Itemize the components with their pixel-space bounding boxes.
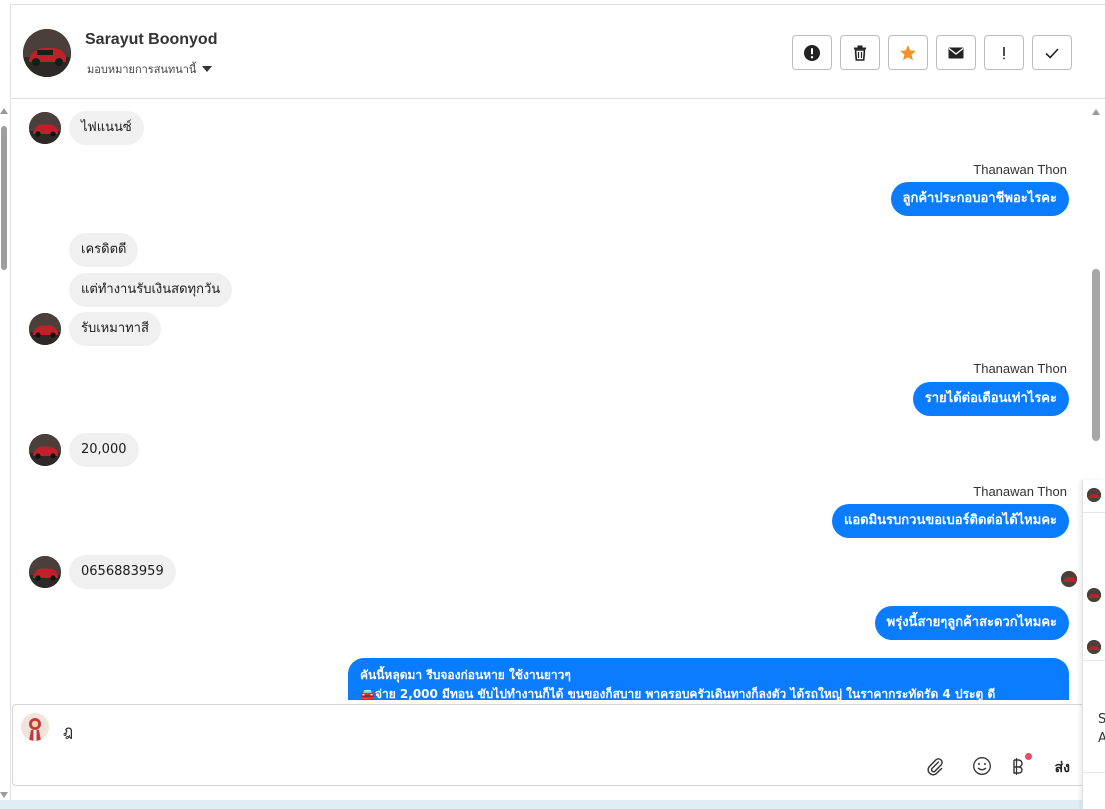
- exclamation-icon: [1003, 46, 1005, 59]
- message-thread[interactable]: ไฟแนนซ์ Thanawan Thon ลูกค้าประกอบอาชีพอ…: [11, 100, 1089, 700]
- side-text-fragment: A: [1098, 731, 1105, 746]
- delete-button[interactable]: [840, 35, 880, 70]
- side-divider: [1083, 512, 1105, 513]
- sender-avatar: [29, 112, 61, 144]
- star-button[interactable]: [888, 35, 928, 70]
- mark-unread-button[interactable]: [936, 35, 976, 70]
- sender-avatar: [29, 556, 61, 588]
- side-conversation-list[interactable]: S A: [1082, 480, 1105, 809]
- assign-conversation-dropdown[interactable]: มอบหมายการสนทนานี้: [87, 60, 213, 78]
- side-avatar[interactable]: [1087, 588, 1101, 602]
- sender-name: Thanawan Thon: [973, 361, 1067, 376]
- sender-avatar: [29, 313, 61, 345]
- incoming-message: แต่ทำงานรับเงินสดทุกวัน: [69, 273, 233, 307]
- outgoing-message: ลูกค้าประกอบอาชีพอะไรคะ: [890, 182, 1069, 216]
- side-divider: [1083, 772, 1105, 773]
- seen-indicator-avatar: [1061, 571, 1077, 587]
- outgoing-message: รายได้ต่อเดือนเท่าไรคะ: [912, 382, 1069, 416]
- assign-label: มอบหมายการสนทนานี้: [87, 63, 197, 76]
- check-icon: [1045, 47, 1059, 59]
- agent-avatar: [21, 713, 49, 741]
- outgoing-message: พรุ่งนี้สายๆลูกค้าสะดวกไหมคะ: [874, 606, 1069, 640]
- conversation-header: Sarayut Boonyod มอบหมายการสนทนานี้: [11, 5, 1105, 99]
- contact-name: Sarayut Boonyod: [85, 31, 218, 48]
- sender-avatar: [29, 434, 61, 466]
- chevron-down-icon: [202, 66, 213, 72]
- notification-dot: [1025, 753, 1032, 760]
- scroll-down-arrow[interactable]: [0, 792, 8, 798]
- side-avatar[interactable]: [1087, 640, 1101, 654]
- emoji-icon[interactable]: [971, 755, 993, 777]
- side-text-fragment: S: [1098, 712, 1105, 727]
- scroll-thumb[interactable]: [1, 126, 7, 270]
- trash-icon: [854, 45, 866, 61]
- mark-important-button[interactable]: [984, 35, 1024, 70]
- bottom-strip: [0, 800, 1105, 809]
- message-input[interactable]: ฎ: [63, 719, 73, 743]
- side-avatar[interactable]: [1087, 488, 1101, 502]
- sender-name: Thanawan Thon: [973, 162, 1067, 177]
- incoming-message: ไฟแนนซ์: [69, 111, 144, 145]
- page-scrollbar[interactable]: [0, 108, 8, 798]
- incoming-message: รับเหมาทาสี: [69, 312, 161, 346]
- envelope-icon: [948, 47, 964, 58]
- sender-name: Thanawan Thon: [973, 484, 1067, 499]
- message-composer[interactable]: ฎ ส่ง: [12, 704, 1085, 786]
- alert-circle-icon: [804, 44, 820, 61]
- attach-icon[interactable]: [924, 755, 946, 777]
- side-divider: [1083, 660, 1105, 661]
- conversation-panel: Sarayut Boonyod มอบหมายการสนทนานี้ ไฟแนน…: [10, 4, 1105, 804]
- incoming-message: 0656883959: [69, 555, 176, 589]
- scroll-up-arrow[interactable]: [0, 108, 8, 114]
- thread-scroll-thumb[interactable]: [1092, 269, 1100, 441]
- incoming-message: 20,000: [69, 433, 139, 467]
- send-button[interactable]: ส่ง: [1055, 757, 1070, 779]
- mark-done-button[interactable]: [1032, 35, 1072, 70]
- star-icon: [900, 44, 916, 60]
- thread-scroll-up-arrow[interactable]: [1092, 109, 1100, 115]
- incoming-message: เครดิตดี: [69, 233, 139, 267]
- outgoing-long-message: คันนี้หลุดมา รีบจองก่อนหาย ใช้งานยาวๆ 🚘จ…: [348, 658, 1069, 700]
- message-line: คันนี้หลุดมา รีบจองก่อนหาย ใช้งานยาวๆ: [360, 668, 571, 682]
- contact-avatar[interactable]: [23, 29, 71, 77]
- app-root: Sarayut Boonyod มอบหมายการสนทนานี้ ไฟแนน…: [0, 0, 1105, 809]
- outgoing-message: แอดมินรบกวนขอเบอร์ติดต่อได้ไหมคะ: [831, 504, 1069, 538]
- report-spam-button[interactable]: [792, 35, 832, 70]
- message-line: 🚘จ่าย 2,000 มีทอน ขับไปทำงานก็ได้ ขนของก…: [360, 687, 996, 700]
